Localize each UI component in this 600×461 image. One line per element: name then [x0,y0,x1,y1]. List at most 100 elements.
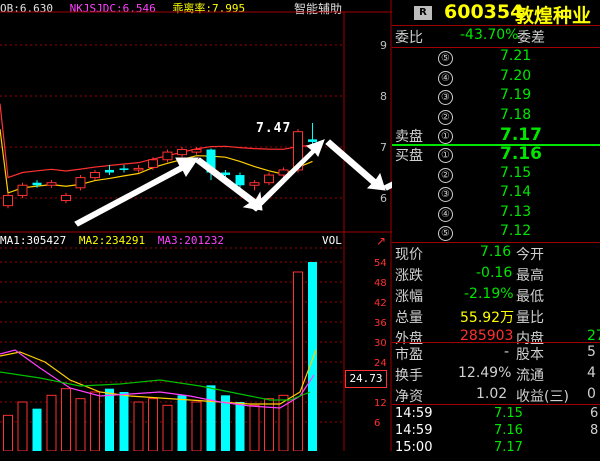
vol-ma2: MA2:234291 [78,234,146,247]
huanshou-label: 换手 [395,368,423,384]
zhangfu-label: 涨幅 [395,289,423,305]
quote-row-xianjia: 现价 7.16 今开 [392,244,600,265]
ask-row[interactable]: ② 7.18 [392,107,600,128]
chart-svg: 9876 54484236302418126 [0,0,392,451]
ask-row[interactable]: ③ 7.19 [392,87,600,108]
volume-bar [3,414,13,451]
xianjia-value: 7.16 [480,244,512,260]
volume-bar [61,388,71,451]
vol-tick-label: 6 [374,418,380,429]
bid-price: 7.16 [500,144,542,164]
fund-row-huanshou: 换手 12.49% 流通 4 [392,365,600,386]
zuidi-label: 最低 [516,289,544,305]
candle-body [75,177,86,189]
vol-tick-label: 36 [374,318,387,329]
volume-bars [3,262,317,451]
quote-row-zongliang: 总量 55.92万 量比 [392,307,600,328]
liutong-label: 流通 [516,368,544,384]
ask-row[interactable]: ⑤ 7.21 [392,48,600,69]
volume-bar [133,401,144,451]
ask-price: 7.21 [500,48,532,64]
bid-row[interactable]: ⑤ 7.12 [392,223,600,244]
zongliang-value: 55.92万 [460,310,515,326]
vol-tick-label: 54 [374,258,387,269]
price-tick-label: 9 [380,39,387,52]
candle-body [105,169,114,173]
chart-area[interactable]: OB:6.630 NKJSJDC:6.546 乖离率:7.995 智能辅助 98… [0,0,392,451]
tick-price: 7.17 [494,440,523,455]
ask-side-label: 卖盘 [395,129,423,145]
bid-level-icon: ① [438,148,453,163]
ask-price: 7.20 [500,67,532,84]
bid-price: 7.14 [500,184,532,200]
bid-level-icon: ④ [438,206,453,222]
stock-header: R 600354 敦煌种业 [392,0,600,27]
candle-body [177,149,187,156]
guben-value: 5 [587,344,596,360]
candle-body [148,159,158,168]
bid-level-icon: ⑤ [438,226,453,241]
candle-body [133,167,144,171]
volume-bar [206,385,216,451]
candle-body [264,174,274,184]
candle-body [46,182,57,186]
zhangdie-label: 涨跌 [395,268,423,284]
volume-bar [17,401,28,451]
weicha-label: 委差 [517,30,545,46]
ask-level-icon: ③ [438,90,453,105]
volume-bar [308,262,317,451]
bid-level-icon: ② [438,167,453,183]
huanshou-value: 12.49% [458,365,512,381]
shouyi-label: 收益(三) [516,389,569,405]
quote-row-zhangdie: 涨跌 -0.16 最高 [392,265,600,286]
rights-badge: R [414,6,432,20]
tick-time: 15:00 [395,440,433,455]
volume-bar [119,392,129,451]
bid-side-label: 买盘 [395,148,423,164]
weibi-value: -43.70% [460,27,519,43]
xianjia-label: 现价 [395,247,423,263]
shiying-label: 市盈 [395,347,423,363]
vol-corner-arrow-icon[interactable]: ↗ [376,234,386,248]
shouyi-value: 0 [587,386,596,402]
price-annotation: 7.47 [256,121,292,136]
liangbi-label: 量比 [516,310,544,326]
candle-body [162,151,173,161]
tick-extra: 6 [590,406,599,421]
bid-row[interactable]: ② 7.15 [392,165,600,186]
vol-tick-label: 48 [374,278,387,289]
candle-body [90,172,100,179]
volume-bar [32,408,42,451]
ask-level-icon: ② [438,109,453,125]
shiying-value: - [504,344,510,360]
bid-row[interactable]: ③ 7.14 [392,184,600,205]
ask-row[interactable]: ④ 7.20 [392,68,600,89]
weibi-label: 委比 [395,30,423,46]
bid-price: 7.15 [500,164,532,181]
volume-bar [75,398,86,451]
volume-bar [235,402,245,451]
zhangfu-value: -2.19% [464,286,514,302]
vol-ma3: MA3:201232 [157,234,224,247]
ask-level-icon: ④ [438,70,453,86]
candle-body [61,194,71,202]
jinkai-label: 今开 [516,247,544,263]
volume-bar [293,271,303,451]
quote-row-zhangfu: 涨幅 -2.19% 最低 [392,286,600,307]
candle-body [308,139,317,142]
liutong-value: 4 [587,365,596,381]
vol-tick-label: 30 [374,338,387,349]
bid-price: 7.12 [500,223,532,239]
jingzi-label: 净资 [395,389,423,405]
volume-bar [90,391,100,451]
bid-row[interactable]: 买盘 ① 7.16 [392,144,600,166]
vol-tick-label: 12 [374,398,387,409]
volume-bar [46,394,57,451]
ask-level-icon: ① [438,129,453,144]
bid-price: 7.13 [500,203,532,220]
volume-bar [148,398,158,451]
vol-tick-label: 42 [374,298,387,309]
bid-level-icon: ③ [438,187,453,202]
bid-row[interactable]: ④ 7.13 [392,204,600,225]
ask-price: 7.19 [500,87,532,103]
